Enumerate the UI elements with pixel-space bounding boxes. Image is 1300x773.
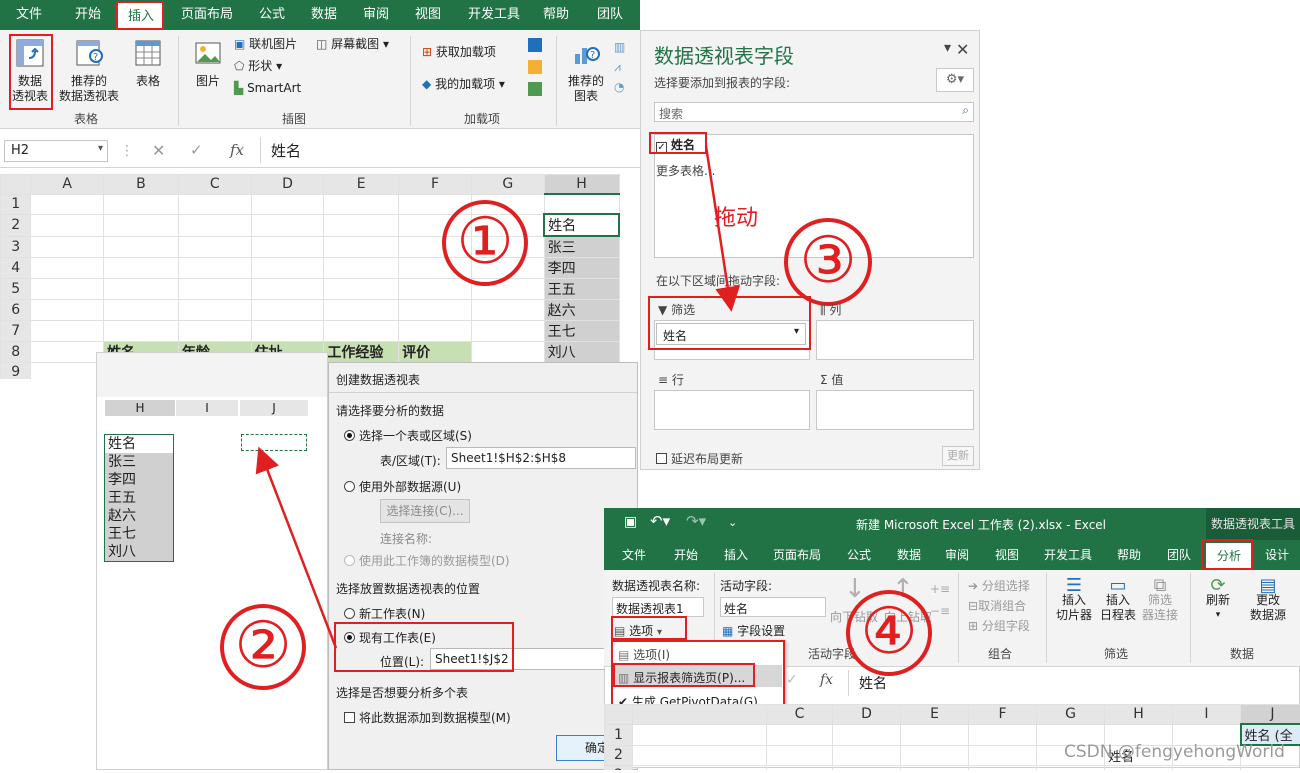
arrow-step2 [255,446,338,649]
arrow-step3 [704,145,741,312]
annotation-arrows [255,145,741,649]
